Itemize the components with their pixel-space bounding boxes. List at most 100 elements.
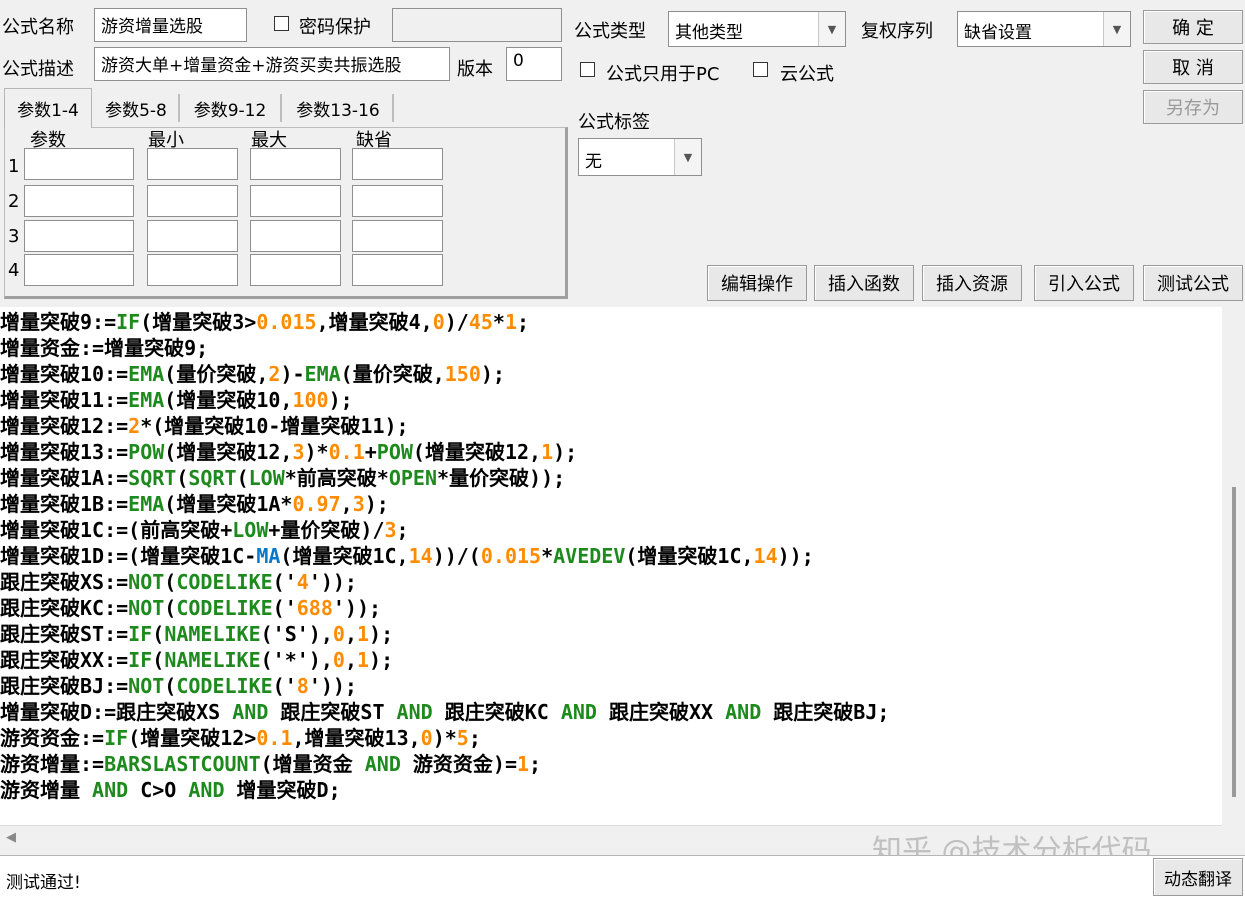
code-token: (增量突破12, xyxy=(412,440,542,464)
formula-type-select[interactable]: 其他类型 ▼ xyxy=(668,11,846,47)
code-token: AND xyxy=(396,700,433,724)
code-token: (增量突破3> xyxy=(140,310,257,334)
param-min-input[interactable] xyxy=(147,148,238,180)
import-formula-button[interactable]: 引入公式 xyxy=(1034,265,1134,301)
param-name-input[interactable] xyxy=(24,148,134,180)
formula-tag-select[interactable]: 无 ▼ xyxy=(578,138,702,176)
vertical-scrollbar[interactable] xyxy=(1222,307,1245,825)
param-default-input[interactable] xyxy=(352,220,443,252)
edit-ops-button[interactable]: 编辑操作 xyxy=(707,265,807,301)
param-max-input[interactable] xyxy=(250,148,341,180)
cancel-button[interactable]: 取 消 xyxy=(1143,50,1243,84)
code-token: )* xyxy=(432,726,457,750)
code-line: 游资增量:=BARSLASTCOUNT(增量资金 AND 游资资金)=1; xyxy=(0,751,541,777)
code-token: LOW xyxy=(232,518,269,542)
param-max-input[interactable] xyxy=(250,185,341,217)
code-token: CODELIKE xyxy=(176,596,273,620)
code-token: NOT xyxy=(128,570,165,594)
formula-name-input[interactable]: 游资增量选股 xyxy=(94,8,247,42)
code-token: 3 xyxy=(384,518,397,542)
code-token: LOW xyxy=(248,466,285,490)
code-token: *量价突破)); xyxy=(437,466,566,490)
code-token: 跟庄突破ST:= xyxy=(0,622,129,646)
rights-select[interactable]: 缺省设置 ▼ xyxy=(957,11,1131,47)
code-token: POW xyxy=(128,440,165,464)
formula-desc-label: 公式描述 xyxy=(2,59,74,80)
code-token: 增量突破1D:=(增量突破1C- xyxy=(0,544,257,568)
code-token: BARSLASTCOUNT xyxy=(104,752,261,776)
code-token: IF xyxy=(116,310,141,334)
param-default-input[interactable] xyxy=(352,254,443,286)
tab-params-13-16[interactable]: 参数13-16 xyxy=(284,90,392,126)
code-token: 0.015 xyxy=(256,310,317,334)
code-token: 增量突破12:= xyxy=(0,414,129,438)
code-token: , xyxy=(344,622,357,646)
code-line: 增量突破12:=2*(增量突破10-增量突破11); xyxy=(0,413,409,439)
pc-only-label: 公式只用于PC xyxy=(606,64,720,85)
ok-button[interactable]: 确 定 xyxy=(1143,10,1243,44)
save-as-button[interactable]: 另存为 xyxy=(1143,90,1243,124)
code-token: *前高突破* xyxy=(284,466,389,490)
code-token: NAMELIKE xyxy=(164,648,261,672)
param-default-input[interactable] xyxy=(352,148,443,180)
code-token: 8 xyxy=(296,674,309,698)
param-max-input[interactable] xyxy=(250,220,341,252)
code-token: EMA xyxy=(128,388,165,412)
code-editor[interactable]: 增量突破9:=IF(增量突破3>0.015,增量突破4,0)/45*1; 增量资金… xyxy=(0,307,1222,825)
param-default-input[interactable] xyxy=(352,185,443,217)
code-token: 0.97 xyxy=(292,492,341,516)
tab-divider xyxy=(178,94,180,122)
tab-params-5-8[interactable]: 参数5-8 xyxy=(96,90,176,126)
password-input[interactable] xyxy=(392,8,562,42)
scroll-left-arrow-icon[interactable]: ◀ xyxy=(6,830,16,845)
rights-value: 缺省设置 xyxy=(964,23,1032,43)
code-token: ); xyxy=(364,492,389,516)
pc-only-checkbox[interactable] xyxy=(580,62,595,77)
code-token: )- xyxy=(280,362,305,386)
chevron-down-icon[interactable]: ▼ xyxy=(674,139,701,175)
code-token: AND xyxy=(92,778,129,802)
param-min-input[interactable] xyxy=(147,220,238,252)
insert-function-button[interactable]: 插入函数 xyxy=(814,265,914,301)
insert-resource-button[interactable]: 插入资源 xyxy=(922,265,1022,301)
status-text: 测试通过! xyxy=(6,873,81,893)
code-line: 跟庄突破BJ:=NOT(CODELIKE('8')); xyxy=(0,673,357,699)
code-token: AND xyxy=(725,700,762,724)
code-token: 0 xyxy=(332,648,345,672)
param-row-number: 2 xyxy=(8,191,20,212)
param-min-input[interactable] xyxy=(147,185,238,217)
code-line: 增量突破1C:=(前高突破+LOW+量价突破)/3; xyxy=(0,517,409,543)
code-token: (量价突破, xyxy=(164,362,269,386)
test-formula-button[interactable]: 测试公式 xyxy=(1143,265,1243,301)
code-token: 45 xyxy=(468,310,493,334)
code-token: 2 xyxy=(268,362,281,386)
formula-desc-input[interactable]: 游资大单+增量资金+游资买卖共振选股 xyxy=(94,47,450,81)
version-input[interactable]: 0 xyxy=(506,47,562,81)
tab-divider xyxy=(280,94,282,122)
chevron-down-icon[interactable]: ▼ xyxy=(1103,12,1130,46)
param-name-input[interactable] xyxy=(24,220,134,252)
cloud-checkbox[interactable] xyxy=(753,62,768,77)
code-token: 1 xyxy=(356,622,370,646)
scrollbar-thumb[interactable] xyxy=(1232,487,1236,797)
param-name-input[interactable] xyxy=(24,185,134,217)
code-token: 游资资金)= xyxy=(400,752,517,776)
formula-tag-value: 无 xyxy=(585,152,602,172)
code-token: 增量突破D:=跟庄突破XS xyxy=(0,700,233,724)
code-line: 跟庄突破XS:=NOT(CODELIKE('4')); xyxy=(0,569,357,595)
chevron-down-icon[interactable]: ▼ xyxy=(818,12,845,46)
param-max-input[interactable] xyxy=(250,254,341,286)
code-token: 跟庄突破XX xyxy=(596,700,726,724)
code-token: (' xyxy=(272,570,297,594)
param-name-input[interactable] xyxy=(24,254,134,286)
tab-params-9-12[interactable]: 参数9-12 xyxy=(182,90,278,126)
tab-params-1-4[interactable]: 参数1-4 xyxy=(4,88,92,128)
code-token: ))/( xyxy=(432,544,481,568)
password-checkbox[interactable] xyxy=(274,16,289,31)
code-token: 跟庄突破ST xyxy=(268,700,397,724)
dynamic-translate-button[interactable]: 动态翻译 xyxy=(1153,858,1243,896)
param-min-input[interactable] xyxy=(147,254,238,286)
code-token: AND xyxy=(560,700,597,724)
code-token: 1 xyxy=(504,310,518,334)
code-line: 跟庄突破XX:=IF(NAMELIKE('*'),0,1); xyxy=(0,647,393,673)
